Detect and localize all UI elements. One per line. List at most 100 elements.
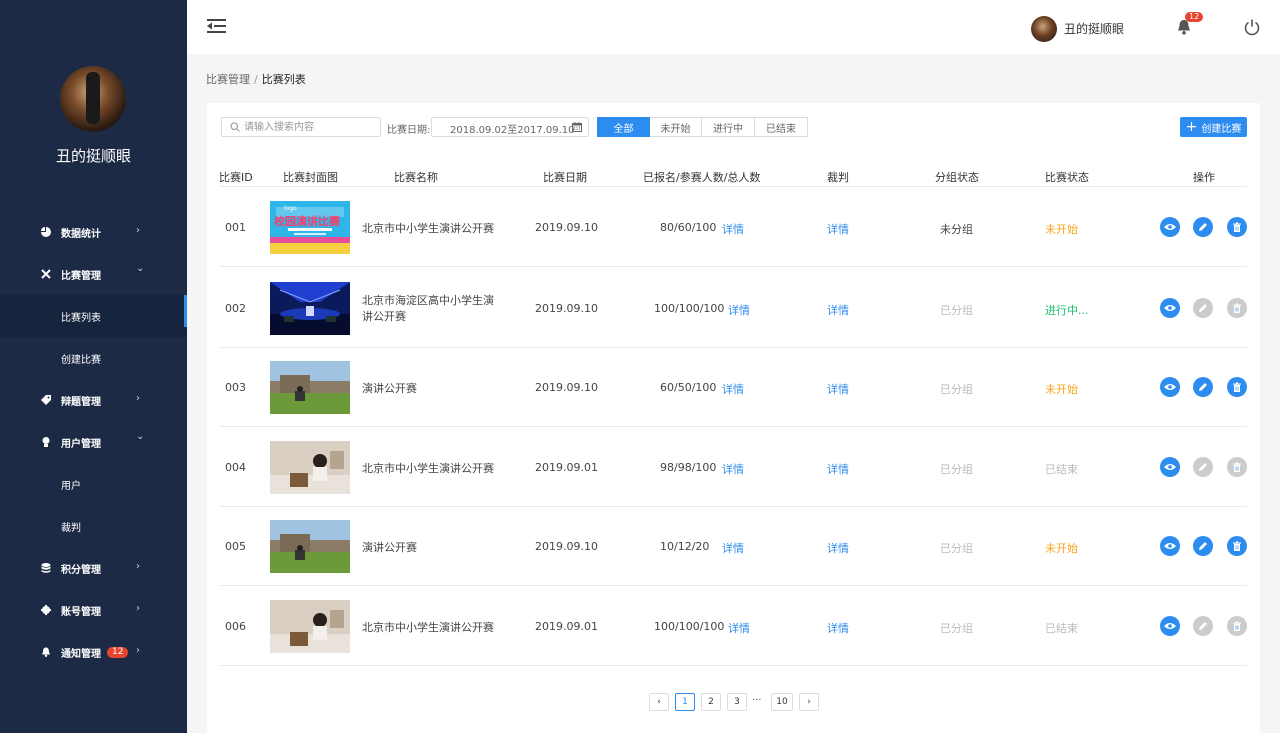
cover-image[interactable]: logo 校园演讲比赛 (270, 201, 350, 254)
chevron-right-icon: › (136, 561, 140, 572)
filter-all[interactable]: 全部 (597, 117, 650, 137)
edit-button[interactable] (1193, 377, 1213, 397)
cover-image[interactable] (270, 600, 350, 653)
registration-counts: 60/50/100 (660, 381, 717, 394)
counts-detail-link[interactable]: 详情 (728, 620, 750, 636)
page-2-button[interactable]: 2 (701, 693, 721, 711)
counts-detail-link[interactable]: 详情 (728, 302, 750, 318)
filter-not-started[interactable]: 未开始 (650, 117, 702, 137)
delete-button[interactable] (1227, 377, 1247, 397)
header-username[interactable]: 丑的挺顺眼 (1064, 20, 1124, 37)
sidebar-item-match-list[interactable]: 比赛列表 (0, 295, 187, 337)
user-icon (41, 437, 51, 447)
match-name: 北京市海淀区高中小学生演讲公开赛 (362, 294, 494, 323)
judge-detail-link[interactable]: 详情 (827, 221, 849, 237)
sidebar-item-label: 用户 (61, 480, 81, 492)
column-header: 分组状态 (935, 171, 979, 184)
judge-detail-link[interactable]: 详情 (827, 620, 849, 636)
search-input[interactable] (244, 119, 376, 135)
registration-counts: 98/98/100 (660, 461, 717, 474)
counts-detail-link[interactable]: 详情 (722, 221, 744, 237)
judge-detail-link[interactable]: 详情 (827, 302, 849, 318)
judge-detail-link[interactable]: 详情 (827, 461, 849, 477)
column-header: 比赛封面图 (283, 171, 338, 184)
cover-image[interactable] (270, 520, 350, 573)
sidebar-item-label: 用户管理 (61, 438, 101, 450)
sidebar-item-points-manage[interactable]: 积分管理 › (0, 547, 187, 589)
delete-button[interactable] (1227, 217, 1247, 237)
page-1-button[interactable]: 1 (675, 693, 695, 711)
match-date: 2019.09.01 (535, 620, 598, 633)
judge-detail-link[interactable]: 详情 (827, 381, 849, 397)
match-date: 2019.09.10 (535, 221, 598, 234)
cover-image[interactable] (270, 361, 350, 414)
judge-detail-link[interactable]: 详情 (827, 540, 849, 556)
next-page-button[interactable]: › (799, 693, 819, 711)
group-status: 已分组 (940, 304, 973, 317)
breadcrumb-parent[interactable]: 比赛管理 (206, 73, 250, 86)
counts-detail-link[interactable]: 详情 (722, 461, 744, 477)
trash-icon (1233, 541, 1241, 551)
pencil-icon (1199, 304, 1207, 312)
counts-detail-link[interactable]: 详情 (722, 381, 744, 397)
registration-counts: 80/60/100 (660, 221, 717, 234)
cover-image[interactable] (270, 282, 350, 335)
trash-icon (1233, 382, 1241, 392)
sidebar-item-user-manage[interactable]: 用户管理 ⌄ (0, 421, 187, 463)
view-button[interactable] (1160, 217, 1180, 237)
sidebar-item-label: 通知管理 (61, 648, 101, 660)
sidebar-item-account-manage[interactable]: 账号管理 › (0, 589, 187, 631)
breadcrumb-separator: / (254, 73, 258, 86)
filter-finished[interactable]: 已结束 (755, 117, 808, 137)
match-status: 未开始 (1045, 383, 1078, 396)
edit-button[interactable] (1193, 298, 1213, 318)
match-status: 未开始 (1045, 542, 1078, 555)
delete-button[interactable] (1227, 536, 1247, 556)
trash-icon (1233, 462, 1241, 472)
sidebar-item-judges[interactable]: 裁判 (0, 505, 187, 547)
avatar[interactable] (60, 66, 126, 132)
registration-counts: 10/12/20 (660, 540, 710, 553)
sidebar-item-topic-manage[interactable]: 辩题管理 › (0, 379, 187, 421)
edit-button[interactable] (1193, 217, 1213, 237)
delete-button[interactable] (1227, 298, 1247, 318)
sidebar-item-match-manage[interactable]: 比赛管理 ⌄ (0, 253, 187, 295)
match-name: 北京市中小学生演讲公开赛 (362, 222, 494, 235)
sidebar-item-users[interactable]: 用户 (0, 463, 187, 505)
menu-toggle-icon[interactable] (207, 18, 227, 34)
sidebar-item-notify-manage[interactable]: 通知管理 12 › (0, 631, 187, 673)
create-match-button[interactable]: + 创建比赛 (1180, 117, 1247, 137)
match-status: 未开始 (1045, 223, 1078, 236)
edit-button[interactable] (1193, 536, 1213, 556)
cover-image[interactable] (270, 441, 350, 494)
view-button[interactable] (1160, 298, 1180, 318)
counts-detail-link[interactable]: 详情 (722, 540, 744, 556)
chevron-right-icon: › (136, 225, 140, 236)
view-button[interactable] (1160, 536, 1180, 556)
eye-icon (1164, 305, 1176, 311)
power-icon[interactable] (1243, 18, 1261, 36)
page-10-button[interactable]: 10 (771, 693, 793, 711)
view-button[interactable] (1160, 457, 1180, 477)
group-status: 已分组 (940, 383, 973, 396)
view-button[interactable] (1160, 377, 1180, 397)
sidebar-item-stats[interactable]: 数据统计 › (0, 211, 187, 253)
date-range-value: 2018.09.02至2017.09.10 (450, 125, 575, 136)
group-status: 已分组 (940, 542, 973, 555)
date-range-picker[interactable]: 2018.09.02至2017.09.10 (431, 117, 589, 137)
table-row: 001 logo 校园演讲比赛 北京市中小学生演讲公开赛 2019.09.10 80/60… (220, 187, 1247, 267)
avatar[interactable] (1031, 16, 1057, 42)
pie-chart-icon (41, 227, 51, 237)
edit-button[interactable] (1193, 457, 1213, 477)
eye-icon (1164, 543, 1176, 549)
delete-button[interactable] (1227, 616, 1247, 636)
filter-in-progress[interactable]: 进行中 (702, 117, 755, 137)
view-button[interactable] (1160, 616, 1180, 636)
sidebar-item-create-match[interactable]: 创建比赛 (0, 337, 187, 379)
match-id: 003 (225, 381, 246, 394)
group-status: 未分组 (940, 223, 973, 236)
edit-button[interactable] (1193, 616, 1213, 636)
page-3-button[interactable]: 3 (727, 693, 747, 711)
delete-button[interactable] (1227, 457, 1247, 477)
prev-page-button[interactable]: ‹ (649, 693, 669, 711)
